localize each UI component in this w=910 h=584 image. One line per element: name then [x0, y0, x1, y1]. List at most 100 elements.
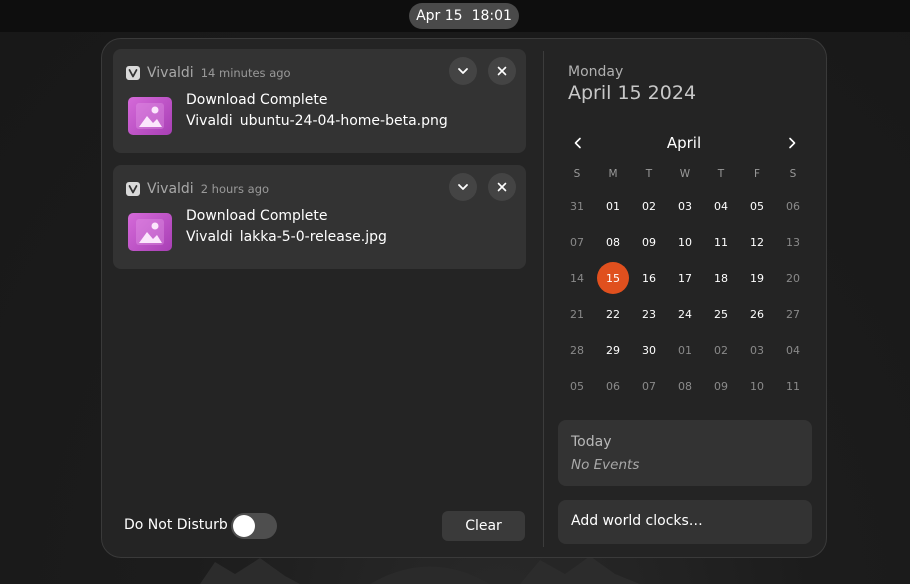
notification-title: Download Complete: [186, 208, 328, 224]
calendar-week-row: 07 08 09 10 11 12 13: [559, 224, 811, 260]
calendar-day-other-month[interactable]: 07: [559, 224, 595, 260]
month-name: April: [666, 134, 702, 152]
panel-divider: [543, 51, 544, 547]
notification-expand-button[interactable]: [449, 173, 477, 201]
calendar-day[interactable]: 09: [631, 224, 667, 260]
calendar-day-other-month[interactable]: 01: [667, 332, 703, 368]
calendar-day-other-month[interactable]: 09: [703, 368, 739, 404]
calendar-day[interactable]: 10: [667, 224, 703, 260]
calendar-week-row: 05 06 07 08 09 10 11: [559, 368, 811, 404]
notification-time: 14 minutes ago: [200, 66, 291, 80]
calendar-day[interactable]: 08: [595, 224, 631, 260]
calendar-day-other-month[interactable]: 20: [775, 260, 811, 296]
calendar-day-other-month[interactable]: 06: [595, 368, 631, 404]
calendar-day[interactable]: 30: [631, 332, 667, 368]
chevron-left-icon: [574, 137, 581, 149]
notification-title: Download Complete: [186, 92, 328, 108]
events-title: Today: [571, 434, 612, 450]
calendar-day-other-month[interactable]: 03: [739, 332, 775, 368]
image-file-icon: [128, 97, 172, 135]
events-empty-text: No Events: [571, 457, 640, 473]
close-icon: [497, 66, 507, 76]
calendar-day[interactable]: 02: [631, 188, 667, 224]
calendar-day-other-month[interactable]: 11: [775, 368, 811, 404]
calendar-day[interactable]: 01: [595, 188, 631, 224]
calendar-day-header: T: [645, 168, 653, 180]
notification-source: Vivaldi: [186, 229, 233, 245]
calendar-day-other-month[interactable]: 10: [739, 368, 775, 404]
next-month-button[interactable]: [780, 131, 804, 155]
chevron-down-icon: [458, 68, 468, 74]
notification-file: lakka-5-0-release.jpg: [239, 229, 387, 245]
calendar-day-other-month[interactable]: 13: [775, 224, 811, 260]
calendar-day-other-month[interactable]: 08: [667, 368, 703, 404]
vivaldi-icon: [126, 182, 140, 196]
calendar-day[interactable]: 22: [595, 296, 631, 332]
calendar-day[interactable]: 26: [739, 296, 775, 332]
calendar-day[interactable]: 11: [703, 224, 739, 260]
calendar-day[interactable]: 19: [739, 260, 775, 296]
current-weekday: Monday: [568, 64, 624, 80]
wallpaper-mascot-art: [200, 556, 640, 584]
calendar-day-other-month[interactable]: 05: [559, 368, 595, 404]
calendar-day[interactable]: 29: [595, 332, 631, 368]
notification-expand-button[interactable]: [449, 57, 477, 85]
calendar-day-header: S: [573, 168, 581, 180]
do-not-disturb-label: Do Not Disturb: [124, 517, 228, 533]
calendar-day[interactable]: 17: [667, 260, 703, 296]
notification-card[interactable]: Vivaldi 14 minutes ago Download Complete…: [113, 49, 526, 153]
calendar-day[interactable]: 04: [703, 188, 739, 224]
clock-button[interactable]: Apr 15 18:01: [409, 3, 519, 29]
calendar-day-header: T: [717, 168, 725, 180]
notification-body: Vivaldi lakka-5-0-release.jpg: [186, 229, 387, 245]
calendar-day[interactable]: 18: [703, 260, 739, 296]
calendar-week-row: 31 01 02 03 04 05 06: [559, 188, 811, 224]
calendar-day-other-month[interactable]: 28: [559, 332, 595, 368]
do-not-disturb-toggle[interactable]: [231, 513, 277, 539]
clock-time: 18:01: [471, 8, 512, 24]
calendar-day-other-month[interactable]: 02: [703, 332, 739, 368]
calendar-day[interactable]: 05: [739, 188, 775, 224]
top-bar: Apr 15 18:01: [0, 0, 910, 32]
vivaldi-icon: [126, 66, 140, 80]
calendar-day[interactable]: 23: [631, 296, 667, 332]
calendar-day-other-month[interactable]: 06: [775, 188, 811, 224]
notification-header: Vivaldi 14 minutes ago: [126, 64, 291, 82]
calendar-day-other-month[interactable]: 14: [559, 260, 595, 296]
notification-header: Vivaldi 2 hours ago: [126, 180, 269, 198]
calendar-day-other-month[interactable]: 04: [775, 332, 811, 368]
calendar-day[interactable]: 03: [667, 188, 703, 224]
calendar-day[interactable]: 25: [703, 296, 739, 332]
notification-app-name: Vivaldi: [147, 65, 194, 81]
chevron-right-icon: [789, 137, 796, 149]
calendar-week-row: 28 29 30 01 02 03 04: [559, 332, 811, 368]
notification-calendar-panel: Vivaldi 14 minutes ago Download Complete…: [101, 38, 827, 558]
notification-close-button[interactable]: [488, 57, 516, 85]
clear-button[interactable]: Clear: [442, 511, 525, 541]
calendar-day[interactable]: 16: [631, 260, 667, 296]
calendar-day[interactable]: 12: [739, 224, 775, 260]
clock-date: Apr 15: [416, 8, 463, 24]
calendar-day-header: S: [789, 168, 797, 180]
chevron-down-icon: [458, 184, 468, 190]
add-world-clocks-button[interactable]: Add world clocks…: [558, 500, 812, 544]
notification-source: Vivaldi: [186, 113, 233, 129]
calendar-day-headers: SMTWTFS: [559, 160, 811, 188]
calendar-day-header: F: [753, 168, 761, 180]
previous-month-button[interactable]: [566, 131, 590, 155]
calendar-day-other-month[interactable]: 31: [559, 188, 595, 224]
notification-close-button[interactable]: [488, 173, 516, 201]
notification-app-name: Vivaldi: [147, 181, 194, 197]
calendar-day-header: W: [679, 168, 691, 180]
calendar-grid: SMTWTFS 31 01 02 03 04 05 06 07 08 09 10 11 12 13 14 15…: [559, 160, 811, 404]
calendar-day[interactable]: 24: [667, 296, 703, 332]
calendar-day-today[interactable]: 15: [595, 260, 631, 296]
calendar-day-other-month[interactable]: 07: [631, 368, 667, 404]
current-date: April 15 2024: [568, 82, 697, 104]
calendar-day-other-month[interactable]: 21: [559, 296, 595, 332]
notification-card[interactable]: Vivaldi 2 hours ago Download Complete Vi…: [113, 165, 526, 269]
calendar-day-number: 15: [597, 262, 629, 294]
toggle-knob: [233, 515, 255, 537]
calendar-day-other-month[interactable]: 27: [775, 296, 811, 332]
events-section[interactable]: Today No Events: [558, 420, 812, 486]
